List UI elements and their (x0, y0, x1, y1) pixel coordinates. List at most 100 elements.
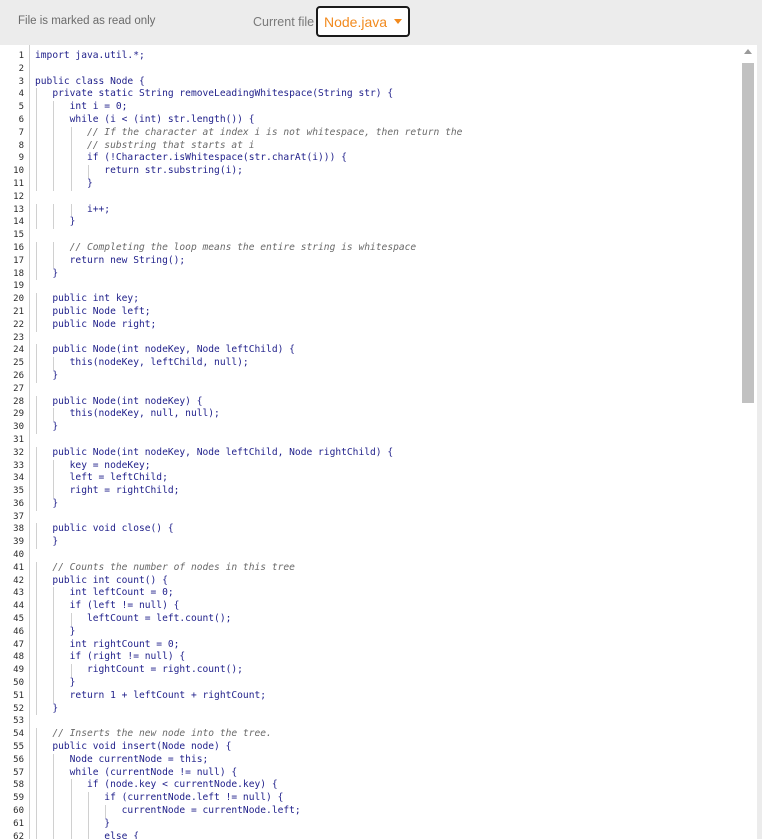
line-number: 33 (13, 460, 24, 471)
code-line: 34 left = leftChild; (0, 472, 757, 486)
code-line: 3 public class Node { (0, 76, 757, 89)
line-number: 58 (13, 780, 24, 791)
code-text: int i = 0; (35, 101, 128, 113)
line-number: 38 (13, 524, 24, 535)
code-line: 42 public int count() { (0, 574, 757, 588)
line-number: 10 (13, 166, 24, 177)
code-line: 50 } (0, 677, 757, 690)
code-line: 11 } (0, 177, 757, 191)
code-line: 4 private static String removeLeadingWhi… (0, 88, 757, 102)
code-text: } (35, 536, 59, 548)
code-text: // Inserts the new node into the tree. (35, 728, 272, 740)
line-number: 41 (13, 562, 24, 573)
line-number: 44 (13, 601, 24, 612)
code-line: 12 (0, 191, 757, 204)
code-line: 40 (0, 549, 757, 562)
code-line: 62 else { (0, 830, 757, 839)
code-line: 25 this(nodeKey, leftChild, null); (0, 357, 757, 370)
line-number: 35 (13, 486, 24, 497)
line-number: 39 (13, 537, 24, 548)
line-number: 42 (13, 575, 24, 586)
current-file-dropdown[interactable]: Node.java (316, 6, 410, 37)
code-text: public int count() { (35, 574, 168, 586)
code-text: public void close() { (35, 523, 174, 535)
code-line: 20 public int key; (0, 293, 757, 306)
editor-frame-edge (757, 45, 762, 839)
code-text: import java.util.*; (35, 50, 145, 61)
line-number: 28 (13, 396, 24, 407)
code-text: if (currentNode.left != null) { (35, 792, 284, 804)
line-number: 37 (13, 511, 24, 522)
line-number: 40 (13, 550, 24, 561)
code-editor[interactable]: 1 import java.util.*; 2 3 public class Node … (0, 45, 757, 839)
line-number: 22 (13, 319, 24, 330)
code-text: rightCount = right.count(); (35, 664, 243, 676)
code-line: 45 leftCount = left.count(); (0, 613, 757, 626)
code-text: } (35, 497, 59, 509)
code-line: 16 // Completing the loop means the enti… (0, 241, 757, 255)
line-number: 43 (13, 588, 24, 599)
code-text: } (35, 421, 59, 433)
code-line: 29 this(nodeKey, null, null); (0, 408, 757, 422)
line-number: 48 (13, 652, 24, 663)
line-number: 51 (13, 690, 24, 701)
code-text: } (35, 625, 76, 637)
scroll-up-arrow-icon[interactable] (744, 49, 752, 54)
line-number: 20 (13, 294, 24, 305)
code-text: } (35, 267, 59, 279)
line-number: 9 (18, 153, 24, 164)
code-text: if (node.key < currentNode.key) { (35, 779, 278, 791)
line-number: 56 (13, 754, 24, 765)
code-text: // Completing the loop means the entire … (35, 241, 417, 253)
line-number: 6 (18, 114, 24, 125)
scrollbar-thumb[interactable] (742, 63, 754, 403)
code-text: // Counts the number of nodes in this tr… (35, 561, 295, 573)
code-line: 26 } (0, 369, 757, 383)
code-text: } (35, 177, 93, 189)
line-number: 8 (18, 140, 24, 151)
code-line: 22 public Node right; (0, 318, 757, 332)
code-line: 19 (0, 280, 757, 293)
code-line: 48 if (right != null) { (0, 651, 757, 665)
code-text: if (!Character.isWhitespace(str.charAt(i… (35, 152, 347, 164)
code-text: if (left != null) { (35, 600, 180, 612)
line-number: 11 (13, 178, 24, 189)
code-line: 31 (0, 434, 757, 447)
line-number: 26 (13, 370, 24, 381)
code-text: // If the character at index i is not wh… (35, 126, 463, 138)
code-text: } (35, 216, 76, 228)
line-number: 5 (18, 102, 24, 113)
line-number: 25 (13, 358, 24, 369)
line-number: 32 (13, 447, 24, 458)
code-text: Node currentNode = this; (35, 753, 209, 765)
code-text: } (35, 369, 59, 381)
line-number: 59 (13, 793, 24, 804)
code-text: public Node left; (35, 305, 151, 317)
code-text: } (35, 702, 59, 714)
line-number: 23 (13, 332, 24, 343)
code-line: 44 if (left != null) { (0, 600, 757, 614)
code-text: right = rightChild; (35, 485, 180, 497)
code-text: public Node(int nodeKey, Node leftChild)… (35, 344, 295, 356)
read-only-notice: File is marked as read only (18, 15, 156, 27)
code-line: 17 return new String(); (0, 254, 757, 268)
code-text: public Node(int nodeKey) { (35, 395, 203, 407)
line-number: 21 (13, 306, 24, 317)
code-line: 41 // Counts the number of nodes in this… (0, 561, 757, 575)
code-line: 58 if (node.key < currentNode.key) { (0, 779, 757, 793)
vertical-scrollbar[interactable] (741, 45, 755, 839)
code-line: 30 } (0, 421, 757, 434)
code-text: public class Node { (35, 75, 145, 87)
line-number: 7 (18, 127, 24, 138)
line-number: 14 (13, 217, 24, 228)
code-text: key = nodeKey; (35, 459, 151, 471)
line-number: 4 (18, 89, 24, 100)
code-line: 21 public Node left; (0, 305, 757, 319)
code-line: 53 (0, 715, 757, 728)
code-line: 28 public Node(int nodeKey) { (0, 395, 757, 409)
code-text: int leftCount = 0; (35, 587, 174, 599)
code-text: public int key; (35, 293, 139, 305)
code-line: 15 (0, 229, 757, 242)
code-line: 52 } (0, 702, 757, 716)
code-text: return 1 + leftCount + rightCount; (35, 689, 267, 701)
